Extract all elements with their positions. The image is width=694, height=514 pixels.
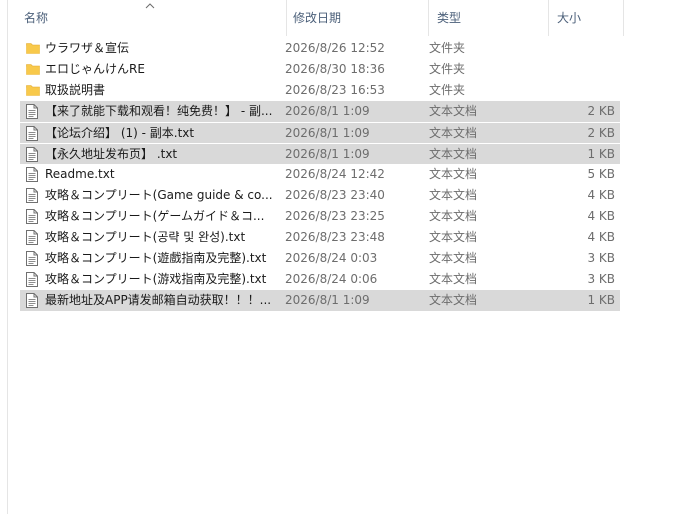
file-name: Readme.txt: [45, 167, 115, 181]
column-header-size-label: 大小: [557, 11, 582, 25]
file-name: 攻略＆コンプリート(游戏指南及完整).txt: [45, 272, 267, 286]
file-row[interactable]: 攻略＆コンプリート(ゲームガイド＆コ... 2026/8/23 23:25 文本文档…: [20, 206, 620, 227]
column-header-type-label: 类型: [437, 11, 462, 25]
file-name: 攻略＆コンプリート(遊戲指南及完整).txt: [45, 251, 267, 265]
file-size: 2 KB: [587, 126, 615, 140]
text-file-icon: [26, 227, 40, 248]
file-row[interactable]: 取扱説明書 2026/8/23 16:53 文件夹: [20, 80, 620, 101]
file-date: 2026/8/1 1:09: [285, 126, 370, 140]
file-type: 文件夹: [429, 41, 466, 55]
file-size: 4 KB: [587, 209, 615, 223]
file-date: 2026/8/23 23:48: [285, 230, 385, 244]
file-size: 4 KB: [587, 188, 615, 202]
file-list: ウラワザ＆宣伝 2026/8/26 12:52 文件夹 エロじゃんけんRE 2026/8…: [20, 38, 620, 311]
file-row[interactable]: 【论坛介绍】 (1) - 副本.txt 2026/8/1 1:09 文本文档 2 KB: [20, 122, 620, 143]
folder-icon: [26, 80, 40, 101]
file-name: 【论坛介绍】 (1) - 副本.txt: [45, 126, 195, 140]
file-type: 文本文档: [429, 188, 478, 202]
text-file-icon: [26, 290, 40, 311]
file-type: 文件夹: [429, 62, 466, 76]
file-row[interactable]: 攻略＆コンプリート(遊戲指南及完整).txt 2026/8/24 0:03 文本文档…: [20, 248, 620, 269]
file-row[interactable]: エロじゃんけんRE 2026/8/30 18:36 文件夹: [20, 59, 620, 80]
file-type: 文本文档: [429, 251, 478, 265]
file-date: 2026/8/24 0:06: [285, 272, 378, 286]
file-row[interactable]: 攻略＆コンプリート(공략 및 완성).txt 2026/8/23 23:48 文本文…: [20, 227, 620, 248]
folder-icon: [26, 38, 40, 59]
file-row[interactable]: 【来了就能下载和观看！纯免费！】 - 副... 2026/8/1 1:09 文本文档…: [20, 101, 620, 122]
file-date: 2026/8/1 1:09: [285, 147, 370, 161]
text-file-icon: [26, 164, 40, 185]
text-file-icon: [26, 269, 40, 290]
file-type: 文本文档: [429, 209, 478, 223]
file-row[interactable]: 最新地址及APP请发邮箱自动获取！！！... 2026/8/1 1:09 文本文档 1…: [20, 290, 620, 311]
file-type: 文件夹: [429, 83, 466, 97]
file-date: 2026/8/26 12:52: [285, 41, 385, 55]
file-size: 3 KB: [587, 272, 615, 286]
text-file-icon: [26, 144, 40, 165]
text-file-icon: [26, 185, 40, 206]
file-size: 2 KB: [587, 104, 615, 118]
file-row[interactable]: 攻略＆コンプリート(游戏指南及完整).txt 2026/8/24 0:06 文本文档…: [20, 269, 620, 290]
file-date: 2026/8/30 18:36: [285, 62, 385, 76]
file-date: 2026/8/24 0:03: [285, 251, 378, 265]
column-header-date-label: 修改日期: [293, 11, 342, 25]
file-name: 取扱説明書: [45, 83, 106, 97]
text-file-icon: [26, 101, 40, 122]
file-type: 文本文档: [429, 293, 478, 307]
file-row[interactable]: Readme.txt 2026/8/24 12:42 文本文档 5 KB: [20, 164, 620, 185]
file-row[interactable]: 【永久地址发布页】 .txt 2026/8/1 1:09 文本文档 1 KB: [20, 143, 620, 164]
file-date: 2026/8/23 23:25: [285, 209, 385, 223]
column-header-date[interactable]: 修改日期: [285, 0, 429, 36]
sort-ascending-icon: [145, 3, 155, 9]
column-header-size[interactable]: 大小: [549, 0, 624, 36]
file-name: エロじゃんけんRE: [45, 62, 145, 76]
file-name: 最新地址及APP请发邮箱自动获取！！！...: [45, 293, 272, 307]
file-type: 文本文档: [429, 230, 478, 244]
file-name: ウラワザ＆宣伝: [45, 41, 130, 55]
file-name: 【来了就能下载和观看！纯免费！】 - 副...: [45, 104, 273, 118]
file-size: 3 KB: [587, 251, 615, 265]
file-size: [540, 38, 615, 59]
column-header-name-label: 名称: [24, 11, 49, 25]
file-type: 文本文档: [429, 272, 478, 286]
file-row[interactable]: 攻略＆コンプリート(Game guide & co... 2026/8/23 23…: [20, 185, 620, 206]
file-name: 攻略＆コンプリート(Game guide & co...: [45, 188, 273, 202]
file-type: 文本文档: [429, 126, 478, 140]
file-date: 2026/8/1 1:09: [285, 293, 370, 307]
file-size: 4 KB: [587, 230, 615, 244]
column-header-bar: 名称 修改日期 类型 大小: [8, 0, 624, 36]
text-file-icon: [26, 206, 40, 227]
file-name: 【永久地址发布页】 .txt: [45, 147, 178, 161]
file-date: 2026/8/23 23:40: [285, 188, 385, 202]
pane-left-border: [7, 0, 8, 514]
file-date: 2026/8/23 16:53: [285, 83, 385, 97]
folder-icon: [26, 59, 40, 80]
file-size: 5 KB: [587, 167, 615, 181]
file-date: 2026/8/1 1:09: [285, 104, 370, 118]
text-file-icon: [26, 248, 40, 269]
file-size: [540, 80, 615, 101]
column-header-type[interactable]: 类型: [429, 0, 549, 36]
file-type: 文本文档: [429, 167, 478, 181]
file-row[interactable]: ウラワザ＆宣伝 2026/8/26 12:52 文件夹: [20, 38, 620, 59]
text-file-icon: [26, 123, 40, 144]
file-size: 1 KB: [587, 147, 615, 161]
file-date: 2026/8/24 12:42: [285, 167, 385, 181]
file-type: 文本文档: [429, 104, 478, 118]
file-name: 攻略＆コンプリート(공략 및 완성).txt: [45, 230, 246, 244]
file-name: 攻略＆コンプリート(ゲームガイド＆コ...: [45, 209, 265, 223]
file-size: 1 KB: [587, 293, 615, 307]
file-size: [540, 59, 615, 80]
file-type: 文本文档: [429, 147, 478, 161]
